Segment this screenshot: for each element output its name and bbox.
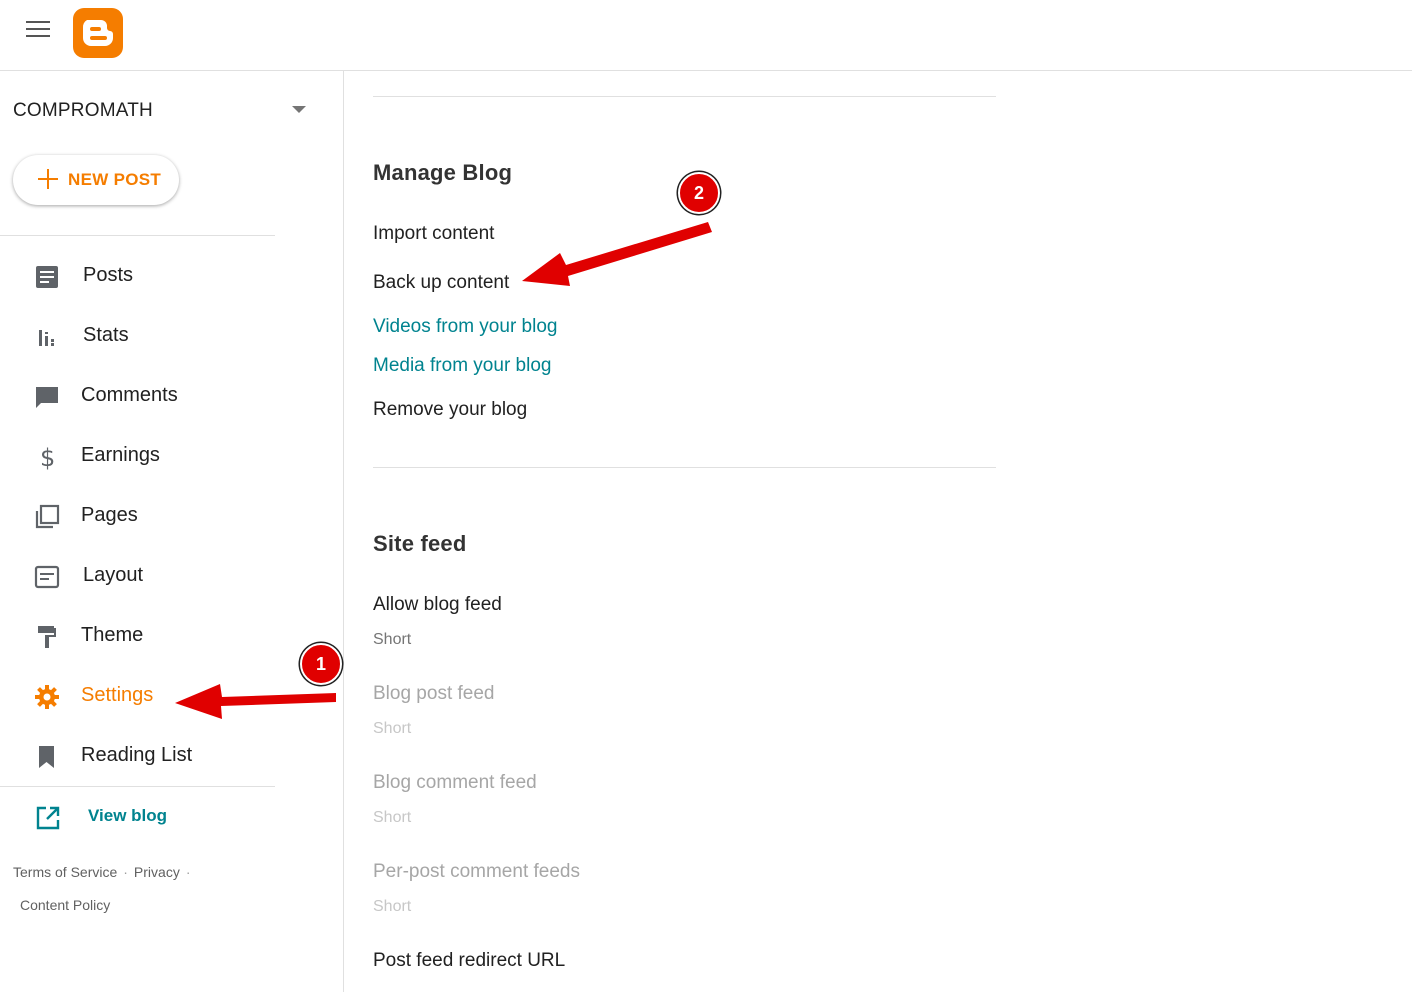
annotation-badge-2: 2 bbox=[678, 172, 720, 214]
annotation-badge-1: 1 bbox=[300, 643, 342, 685]
annotation-arrows bbox=[175, 222, 712, 719]
annotation-arrow-1 bbox=[175, 684, 336, 719]
annotation-arrow-2 bbox=[522, 222, 712, 286]
